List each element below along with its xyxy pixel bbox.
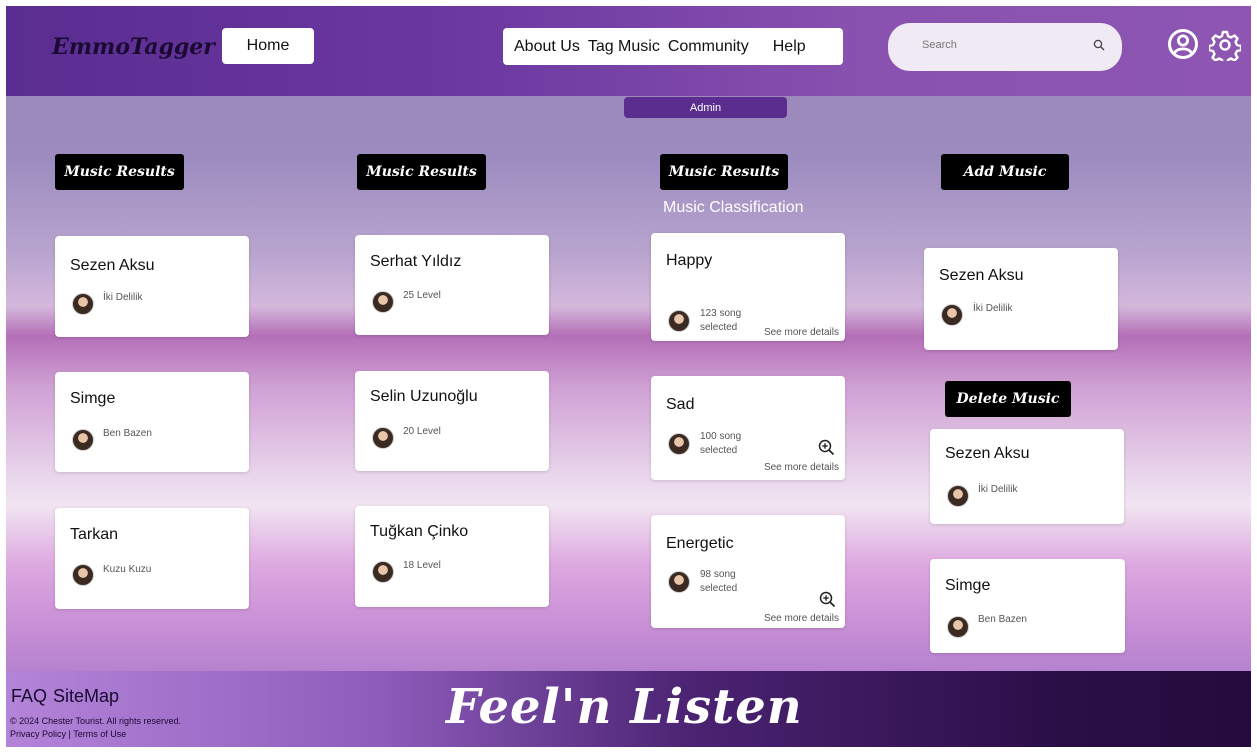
classification-card[interactable]: Energetic 98 song selected See more deta… <box>651 515 845 628</box>
terms-of-use-link[interactable]: Terms of Use <box>73 729 126 739</box>
card-title: Selin Uzunoğlu <box>370 388 478 405</box>
music-results-button-3[interactable]: Music Results <box>660 154 788 190</box>
user-icon[interactable] <box>1167 28 1199 60</box>
selected-label: selected <box>700 322 738 333</box>
search-box[interactable] <box>888 23 1122 71</box>
card-title: Sad <box>666 396 695 413</box>
avatar <box>72 564 94 586</box>
see-more-details-link[interactable]: See more details <box>764 462 839 473</box>
see-more-details-link[interactable]: See more details <box>764 613 839 624</box>
avatar <box>372 291 394 313</box>
selected-label: selected <box>700 583 738 594</box>
avatar <box>668 310 690 332</box>
delete-music-card[interactable]: Sezen Aksu İki Delilik <box>930 429 1124 524</box>
add-music-card[interactable]: Sezen Aksu İki Delilik <box>924 248 1118 350</box>
music-results-button-2[interactable]: Music Results <box>357 154 486 190</box>
classification-card[interactable]: Sad 100 song selected See more details <box>651 376 845 480</box>
card-subtitle: İki Delilik <box>103 292 143 303</box>
card-title: Sezen Aksu <box>70 257 155 274</box>
music-results-button-1[interactable]: Music Results <box>55 154 184 190</box>
card-title: Tuğkan Çinko <box>370 523 469 540</box>
privacy-policy-link[interactable]: Privacy Policy <box>10 729 66 739</box>
admin-badge[interactable]: Admin <box>624 97 787 118</box>
nav-menu: About Us Tag Music Community Help <box>503 28 843 65</box>
card-title: Simge <box>945 577 991 594</box>
copyright-text: © 2024 Chester Tourist. All rights reser… <box>10 716 182 726</box>
card-title: Happy <box>666 252 713 269</box>
footer: FAQ SiteMap © 2024 Chester Tourist. All r… <box>6 671 1251 747</box>
song-count: 98 song <box>700 569 736 580</box>
card-title: Serhat Yıldız <box>370 253 462 270</box>
avatar <box>372 561 394 583</box>
nav-about-us[interactable]: About Us <box>514 38 580 56</box>
avatar <box>72 293 94 315</box>
card-subtitle: Kuzu Kuzu <box>103 564 152 575</box>
selected-label: selected <box>700 445 738 456</box>
legal-links: Privacy Policy | Terms of Use <box>10 729 127 739</box>
avatar <box>372 427 394 449</box>
gear-icon[interactable] <box>1209 29 1241 61</box>
home-button[interactable]: Home <box>222 28 314 64</box>
card-subtitle: Ben Bazen <box>978 614 1027 625</box>
add-music-button[interactable]: Add Music <box>941 154 1069 190</box>
artist-card[interactable]: Tarkan Kuzu Kuzu <box>55 508 249 609</box>
search-icon[interactable] <box>1093 39 1105 51</box>
avatar <box>72 429 94 451</box>
zoom-in-icon[interactable] <box>818 439 835 456</box>
artist-card[interactable]: Simge Ben Bazen <box>55 372 249 472</box>
brand-title: Feel'n Listen <box>446 679 803 735</box>
avatar <box>947 616 969 638</box>
card-subtitle: Ben Bazen <box>103 428 152 439</box>
card-subtitle: İki Delilik <box>973 303 1013 314</box>
nav-tag-music[interactable]: Tag Music <box>588 38 660 56</box>
nav-community[interactable]: Community <box>668 38 749 56</box>
footer-links: FAQ SiteMap <box>11 686 125 707</box>
song-count: 123 song <box>700 308 742 319</box>
card-title: Sezen Aksu <box>939 267 1024 284</box>
card-title: Simge <box>70 390 116 407</box>
song-count: 100 song <box>700 431 742 442</box>
search-input[interactable] <box>922 39 1072 51</box>
card-title: Energetic <box>666 535 734 552</box>
avatar <box>668 433 690 455</box>
logo[interactable]: EmmoTagger <box>52 34 215 60</box>
nav-help[interactable]: Help <box>773 38 806 56</box>
card-level: 25 Level <box>403 290 441 301</box>
avatar <box>941 304 963 326</box>
user-card[interactable]: Tuğkan Çinko 18 Level <box>355 506 549 607</box>
music-classification-heading: Music Classification <box>663 199 804 216</box>
avatar <box>947 485 969 507</box>
card-level: 20 Level <box>403 426 441 437</box>
user-card[interactable]: Serhat Yıldız 25 Level <box>355 235 549 335</box>
card-subtitle: İki Delilik <box>978 484 1018 495</box>
artist-card[interactable]: Sezen Aksu İki Delilik <box>55 236 249 337</box>
page: EmmoTagger Home About Us Tag Music Commu… <box>6 6 1251 747</box>
classification-card[interactable]: Happy 123 song selected See more details <box>651 233 845 341</box>
sitemap-link[interactable]: SiteMap <box>53 686 119 706</box>
header: EmmoTagger Home About Us Tag Music Commu… <box>6 6 1251 96</box>
card-title: Tarkan <box>70 526 119 543</box>
see-more-details-link[interactable]: See more details <box>764 327 839 338</box>
zoom-in-icon[interactable] <box>819 591 836 608</box>
delete-music-button[interactable]: Delete Music <box>945 381 1071 417</box>
faq-link[interactable]: FAQ <box>11 686 47 706</box>
card-level: 18 Level <box>403 560 441 571</box>
avatar <box>668 571 690 593</box>
delete-music-card[interactable]: Simge Ben Bazen <box>930 559 1125 653</box>
card-title: Sezen Aksu <box>945 445 1030 462</box>
user-card[interactable]: Selin Uzunoğlu 20 Level <box>355 371 549 471</box>
